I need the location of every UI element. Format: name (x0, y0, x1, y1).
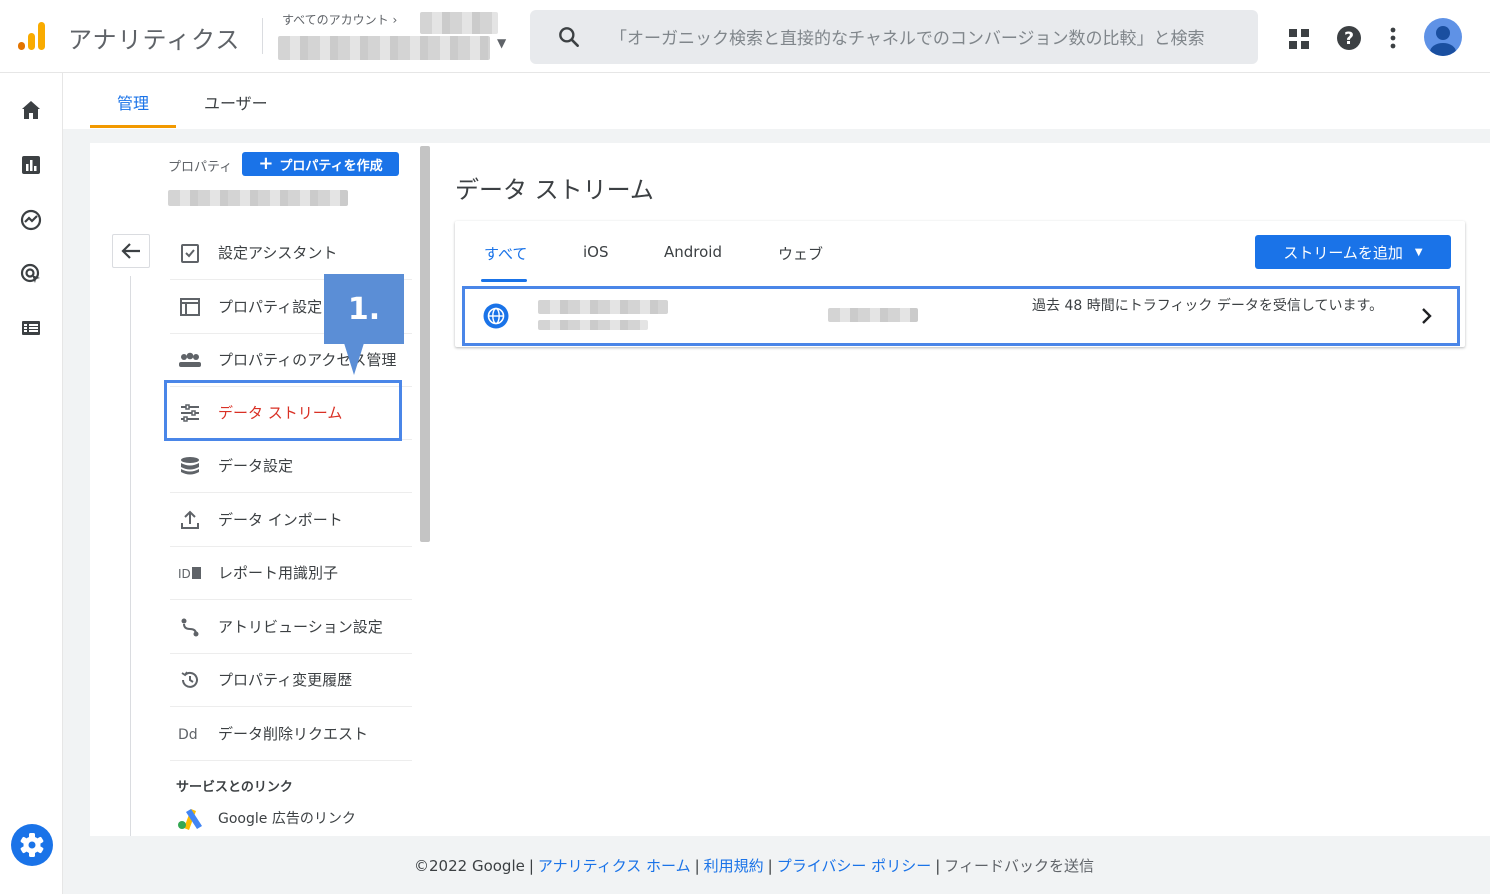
stream-status-text: 過去 48 時間にトラフィック データを受信しています。 (1032, 298, 1384, 314)
svg-text:Dd: Dd (178, 727, 198, 743)
nav-divider (130, 276, 131, 836)
nav-item-reporting-identity[interactable]: ID レポート用識別子 (170, 546, 412, 600)
attribution-icon (178, 615, 202, 639)
search-icon[interactable] (556, 24, 582, 50)
arrow-back-icon (121, 243, 140, 259)
google-ads-icon (178, 809, 202, 830)
explore-icon[interactable] (19, 208, 43, 232)
nav-item-label: 設定アシスタント (218, 244, 338, 262)
help-icon[interactable]: ? (1336, 25, 1362, 51)
avatar-icon (1430, 26, 1456, 56)
create-property-button[interactable]: + プロパティを作成 (242, 152, 399, 176)
nav-item-label: データ削除リクエスト (218, 725, 369, 743)
footer: ©2022 Google | アナリティクス ホーム | 利用規約 | プライバシー ポリシ… (414, 857, 1094, 875)
services-heading: サービスとのリンク (176, 780, 293, 795)
page-title: データ ストリーム (455, 176, 654, 204)
footer-link-terms[interactable]: 利用規約 (704, 857, 764, 875)
step-highlight-box (164, 380, 402, 441)
analytics-logo-icon[interactable] (16, 20, 48, 52)
web-globe-icon (483, 303, 509, 329)
property-name-redacted (168, 190, 348, 206)
app-title: アナリティクス (68, 26, 241, 54)
checklist-icon (178, 241, 202, 265)
property-selector-redacted[interactable] (278, 36, 490, 60)
admin-tab-bar (63, 73, 1490, 129)
svg-text:ID: ID (178, 567, 191, 581)
stream-row[interactable] (462, 286, 1460, 346)
dd-icon: Dd (178, 722, 202, 746)
nav-item-label: プロパティのアクセス管理 (218, 351, 397, 369)
history-icon (178, 668, 202, 692)
nav-item-data-settings[interactable]: データ設定 (170, 439, 412, 493)
google-ads-link[interactable]: Google 広告のリンク (176, 806, 356, 830)
add-stream-label: ストリームを追加 (1283, 243, 1403, 262)
tab-active-indicator (90, 125, 176, 128)
svg-text:?: ? (1344, 29, 1354, 49)
google-ads-link-label: Google 広告のリンク (218, 811, 356, 827)
nav-item-label: データ設定 (218, 457, 294, 475)
chevron-right-icon[interactable] (1416, 304, 1436, 328)
tab-admin[interactable]: 管理 (90, 90, 176, 114)
account-breadcrumb[interactable]: すべてのアカウント › (282, 11, 397, 28)
property-settings-icon (178, 295, 202, 319)
people-icon (178, 348, 202, 372)
nav-item-label: プロパティ設定 (218, 298, 323, 316)
nav-scrollbar[interactable] (420, 146, 430, 542)
back-button[interactable] (112, 234, 150, 268)
stream-tab-ios[interactable]: iOS (583, 243, 609, 261)
plus-icon: + (258, 153, 274, 174)
left-rail (0, 73, 63, 894)
nav-item-attribution-settings[interactable]: アトリビューション設定 (170, 600, 412, 654)
stream-tab-all[interactable]: すべて (484, 243, 527, 264)
configure-icon[interactable] (19, 316, 43, 340)
nav-item-label: アトリビューション設定 (218, 618, 383, 636)
stream-name-redacted (538, 300, 668, 314)
upload-icon (178, 508, 202, 532)
add-stream-button[interactable]: ストリームを追加 ▼ (1255, 235, 1451, 269)
tab-user[interactable]: ユーザー (204, 90, 268, 114)
database-icon (178, 454, 202, 478)
step-callout-pointer (344, 343, 364, 375)
admin-gear-icon (20, 833, 44, 857)
stream-tab-indicator (481, 279, 527, 282)
footer-link-analytics-home[interactable]: アナリティクス ホーム (538, 857, 691, 875)
nav-item-label: データ インポート (218, 511, 343, 529)
header-divider (262, 18, 263, 54)
avatar[interactable] (1424, 18, 1462, 56)
identity-icon: ID (178, 561, 202, 585)
nav-item-label: レポート用識別子 (218, 564, 339, 582)
footer-feedback[interactable]: フィードバックを送信 (944, 857, 1094, 875)
search-input[interactable]: 「オーガニック検索と直接的なチャネルでのコンバージョン数の比較」と検索 (610, 24, 1245, 49)
account-name-redacted (420, 12, 498, 34)
footer-link-privacy[interactable]: プライバシー ポリシー (777, 857, 931, 875)
stream-id-redacted (828, 308, 918, 322)
chevron-down-icon: ▼ (1414, 246, 1423, 258)
stream-url-redacted (538, 320, 648, 330)
reports-icon[interactable] (19, 153, 43, 177)
more-vert-icon[interactable] (1386, 25, 1400, 51)
apps-icon[interactable] (1288, 28, 1310, 50)
stream-tab-web[interactable]: ウェブ (778, 243, 823, 264)
nav-item-setup-assistant[interactable]: 設定アシスタント (170, 226, 412, 280)
nav-item-data-import[interactable]: データ インポート (170, 493, 412, 547)
account-dropdown-caret-icon[interactable]: ▼ (497, 36, 506, 50)
nav-item-label: プロパティ変更履歴 (218, 671, 353, 689)
nav-item-data-deletion-requests[interactable]: Dd データ削除リクエスト (170, 707, 412, 761)
step-callout: 1. (324, 274, 404, 344)
create-property-label: プロパティを作成 (279, 158, 383, 174)
advertising-icon[interactable] (19, 262, 43, 286)
home-icon[interactable] (19, 98, 43, 122)
admin-gear-button[interactable] (11, 824, 53, 866)
stream-tab-android[interactable]: Android (664, 243, 722, 261)
nav-item-property-change-history[interactable]: プロパティ変更履歴 (170, 653, 412, 707)
property-label: プロパティ (168, 160, 233, 175)
footer-copyright: ©2022 Google (414, 857, 525, 875)
